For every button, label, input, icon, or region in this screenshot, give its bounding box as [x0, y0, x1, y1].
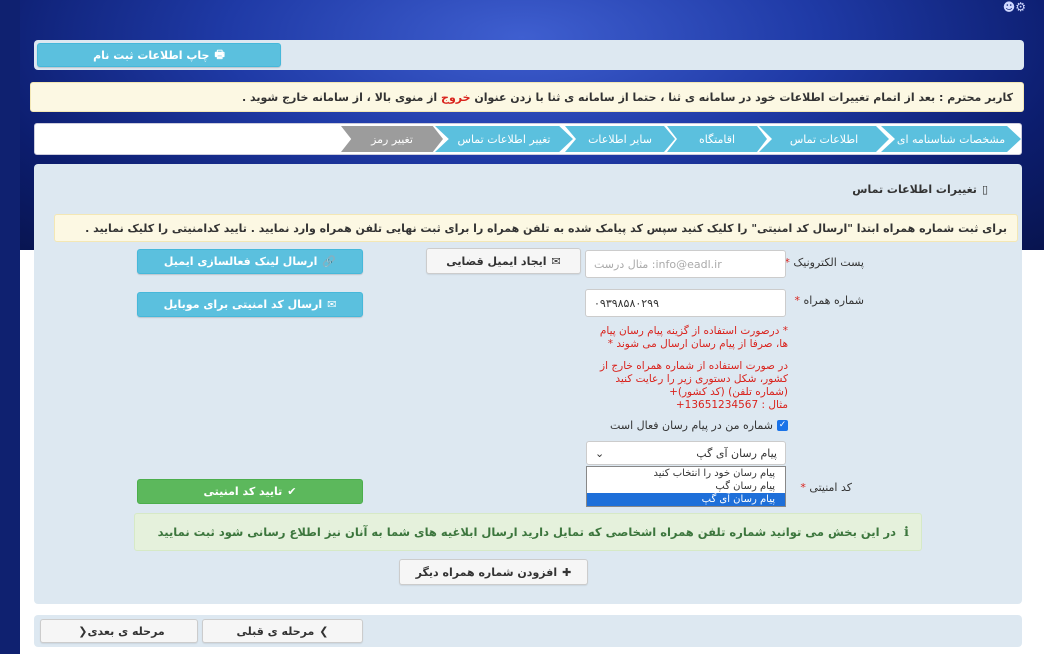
- exit-notice: کاربر محترم : بعد از اتمام تغییرات اطلاع…: [30, 82, 1024, 112]
- wizard-steps: مشخصات شناسنامه ای اطلاعات تماس اقامتگاه…: [34, 123, 1022, 155]
- print-registration-button[interactable]: چاپ اطلاعات ثبت نام 🖶: [37, 43, 281, 67]
- chevron-left-icon: ❮: [319, 624, 329, 638]
- step-change-password[interactable]: تغییر رمز: [341, 126, 443, 152]
- exit-word: خروج: [441, 90, 471, 104]
- check-icon: ✔: [287, 485, 297, 498]
- security-code-label: کد امنیتی *: [800, 481, 852, 494]
- previous-step-button[interactable]: مرحله ی قبلی ❮: [202, 619, 363, 643]
- chevron-left-icon: ❯: [78, 624, 88, 638]
- notice-text: کاربر محترم : بعد از اتمام تغییرات اطلاع…: [242, 90, 1013, 104]
- link-icon: 🔗: [322, 255, 337, 268]
- messenger-note: * درصورت استفاده از گزینه پیام رسان پیام…: [599, 325, 788, 350]
- next-step-button[interactable]: ❯ مرحله ی بعدی: [40, 619, 198, 643]
- mobile-send-icon: ✉: [327, 298, 337, 311]
- step-other-info[interactable]: سایر اطلاعات: [565, 126, 675, 152]
- mobile-input[interactable]: ۰۹۳۹۸۵۸۰۲۹۹: [585, 289, 786, 317]
- step-contact[interactable]: اطلاعات تماس: [759, 126, 889, 152]
- email-label: پست الکترونیک *: [784, 256, 864, 269]
- step-change-contact[interactable]: تغییر اطلاعات تماس: [435, 126, 573, 152]
- mobile-label: شماره همراه *: [794, 294, 864, 307]
- step-residence[interactable]: اقامتگاه: [667, 126, 767, 152]
- add-another-mobile-button[interactable]: افزودن شماره همراه دیگر ✚: [399, 559, 588, 585]
- messenger-checkbox[interactable]: ✓: [777, 420, 788, 431]
- messenger-checkbox-row[interactable]: ✓ شماره من در پیام رسان فعال است: [610, 419, 788, 432]
- instruction-text: برای ثبت شماره همراه ابتدا "ارسال کد امن…: [85, 221, 1007, 235]
- create-judicial-email-button[interactable]: ایجاد ایمیل قضایی ✉: [426, 248, 581, 274]
- left-edge: [0, 0, 20, 654]
- dropdown-option[interactable]: پیام رسان خود را انتخاب کنید: [587, 467, 785, 480]
- send-email-activation-button[interactable]: ارسال لینک فعالسازی ایمیل 🔗: [137, 249, 363, 274]
- print-icon: 🖶: [214, 47, 225, 61]
- info-icon: ℹ: [904, 524, 909, 540]
- chevron-down-icon: ⌄: [595, 446, 605, 460]
- mobile-icon: ▯: [981, 183, 988, 196]
- instruction-alert: برای ثبت شماره همراه ابتدا "ارسال کد امن…: [54, 214, 1018, 242]
- print-button-label: چاپ اطلاعات ثبت نام: [93, 48, 210, 62]
- print-bar: چاپ اطلاعات ثبت نام 🖶: [34, 40, 1024, 70]
- messenger-dropdown: پیام رسان خود را انتخاب کنید پیام رسان گ…: [586, 466, 786, 507]
- dropdown-option[interactable]: پیام رسان گپ: [587, 480, 785, 493]
- email-input[interactable]: مثال درست :info@eadl.ir: [585, 250, 786, 278]
- step-identity[interactable]: مشخصات شناسنامه ای: [881, 126, 1021, 152]
- section-title: ▯تغییرات اطلاعات تماس: [852, 183, 988, 196]
- confirm-security-code-button[interactable]: تایید کد امنیتی ✔: [137, 479, 363, 504]
- envelope-icon: ✉: [551, 254, 561, 268]
- messenger-select[interactable]: پیام رسان آی گپ ⌄: [586, 441, 786, 465]
- foreign-number-note: در صورت استفاده از شماره همراه خارج از ک…: [600, 360, 788, 411]
- dropdown-option-selected[interactable]: پیام رسان آی گپ: [587, 493, 785, 506]
- plus-icon: ✚: [562, 565, 572, 579]
- user-icon[interactable]: ☻⚙: [1003, 0, 1026, 14]
- additional-numbers-info: ℹ در این بخش می توانید شماره تلفن همراه …: [134, 513, 922, 551]
- send-security-code-button[interactable]: ارسال کد امنیتی برای موبایل ✉: [137, 292, 363, 317]
